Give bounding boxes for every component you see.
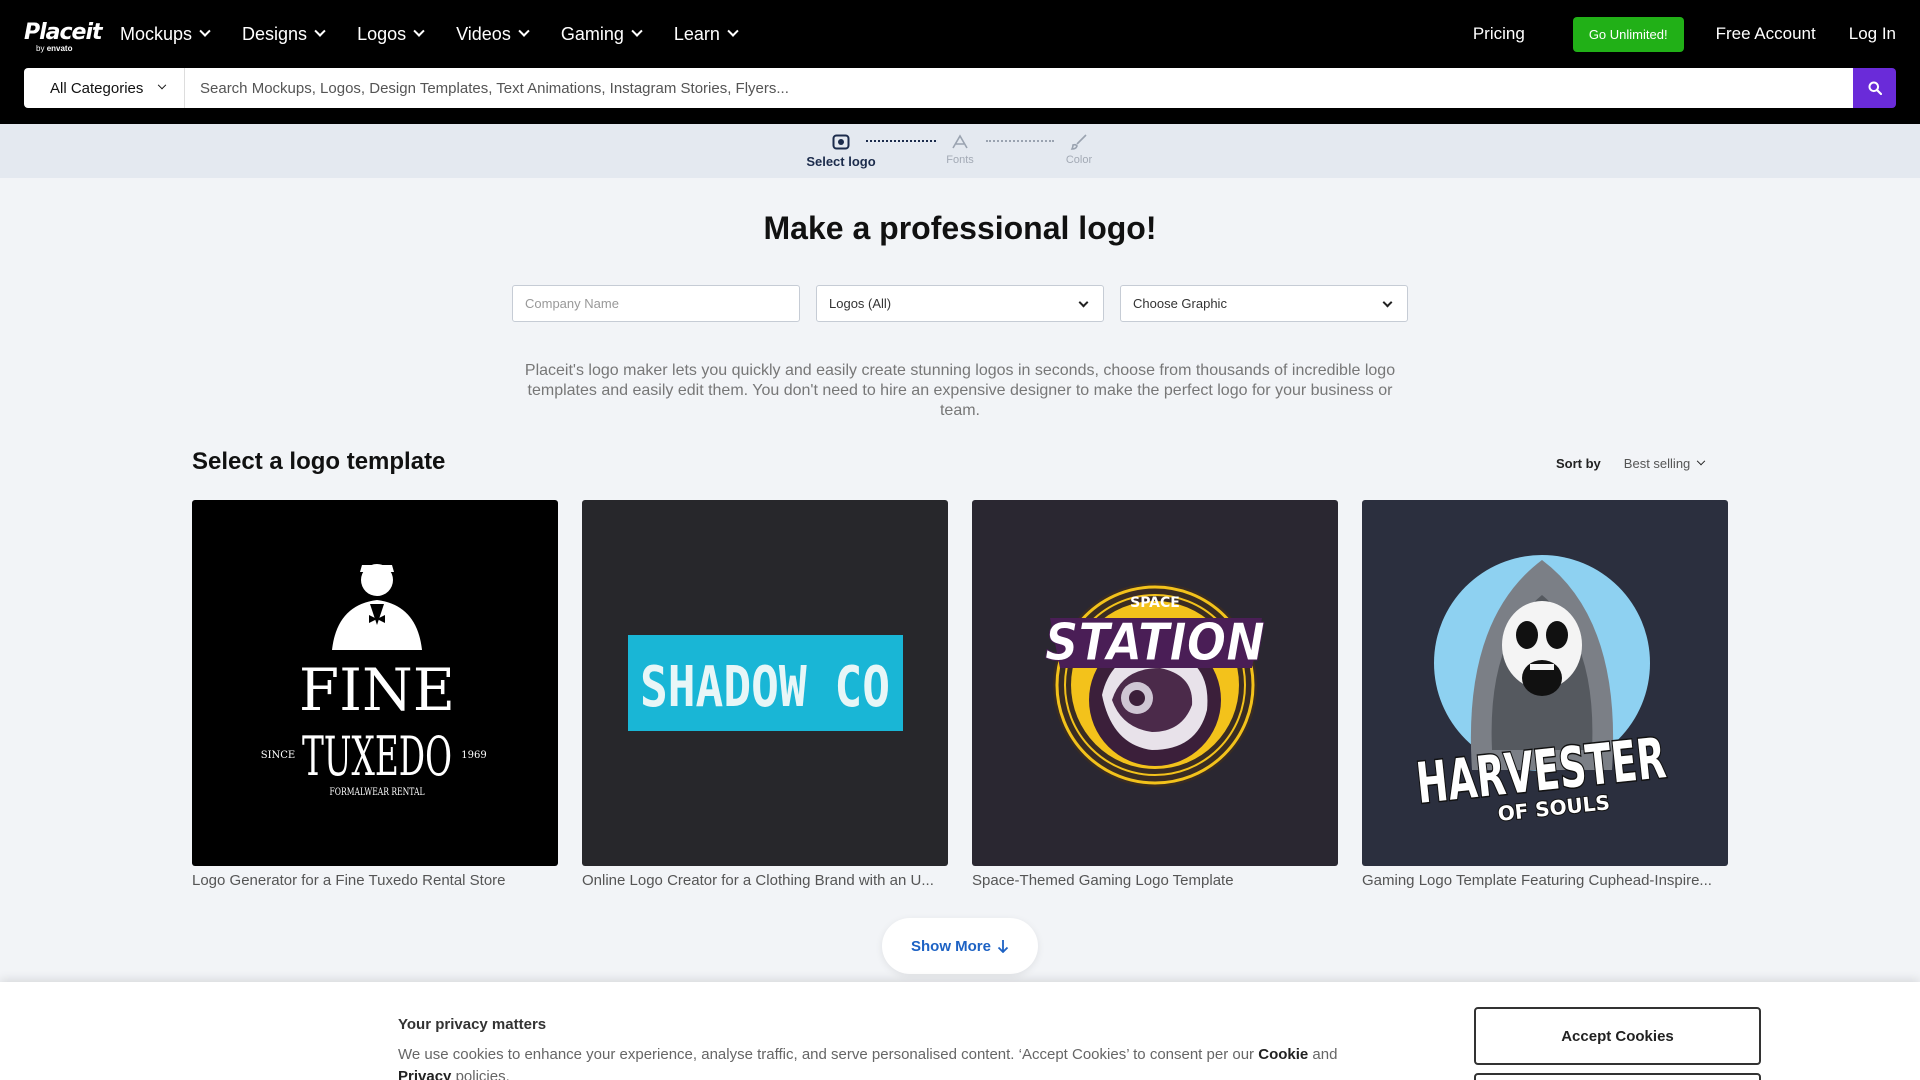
account-links: Pricing Go Unlimited! Free Account Log I…: [1473, 0, 1896, 68]
category-select-label: All Categories: [50, 79, 144, 97]
graphic-select[interactable]: Choose Graphic: [1120, 285, 1408, 322]
logo-select-icon: [832, 134, 850, 150]
template-thumbnail[interactable]: HARVESTER OF SOULS: [1362, 500, 1728, 866]
menu-item-videos[interactable]: Videos: [456, 23, 530, 45]
chevron-down-icon: [314, 25, 326, 37]
logo-byline: by envato: [36, 44, 102, 53]
menu-item-learn[interactable]: Learn: [673, 23, 739, 45]
art-since: SINCE: [261, 750, 296, 761]
paint-brush-icon: [1070, 134, 1087, 150]
space-station-logo-art: SPACE STATION: [1045, 583, 1266, 787]
main-menu: Mockups Designs Logos Videos Gaming Lear…: [120, 0, 770, 68]
page-title: Make a professional logo!: [763, 210, 1157, 246]
logo-type-value: Logos (All): [829, 296, 892, 311]
show-more-button[interactable]: Show More: [882, 918, 1038, 974]
step-label: Select logo: [806, 154, 876, 169]
step-label: Fonts: [946, 154, 974, 166]
menu-item-mockups[interactable]: Mockups: [120, 23, 211, 45]
menu-item-label: Learn: [673, 23, 720, 44]
cookie-text: We use cookies to enhance your experienc…: [398, 1044, 1418, 1080]
search-input[interactable]: [184, 68, 1853, 108]
sort-label: Sort by: [1556, 456, 1601, 471]
step-select-logo[interactable]: Select logo: [796, 132, 886, 169]
logo-steps-progress: Select logo Fonts Color: [0, 124, 1920, 178]
login-link[interactable]: Log In: [1849, 24, 1896, 44]
chevron-down-icon: [727, 25, 739, 37]
template-caption[interactable]: Gaming Logo Template Featuring Cuphead-I…: [1362, 872, 1728, 889]
top-navigation-bar: Placeit by envato Mockups Designs Logos …: [0, 0, 1920, 68]
art-year: 1969: [461, 750, 486, 761]
step-label: Color: [1065, 154, 1093, 166]
art-main: STATION: [1045, 613, 1265, 673]
cookie-settings-button[interactable]: [1474, 1073, 1761, 1080]
chevron-down-icon: [413, 25, 425, 37]
chevron-down-icon: [1078, 297, 1089, 308]
template-card[interactable]: SHADOW CO Online Logo Creator for a Clot…: [582, 500, 948, 889]
template-card[interactable]: SPACE STATION Space-Themed Gaming Logo T…: [972, 500, 1338, 889]
placeit-logo[interactable]: Placeit by envato: [24, 20, 103, 54]
art-subtitle: FORMALWEAR RENTAL: [330, 787, 425, 798]
go-unlimited-button[interactable]: Go Unlimited!: [1572, 16, 1684, 52]
section-title: Select a logo template: [192, 448, 446, 475]
cookie-text-body: We use cookies to enhance your experienc…: [398, 1046, 1255, 1063]
logo-type-select[interactable]: Logos (All): [816, 285, 1104, 322]
accept-cookies-button[interactable]: Accept Cookies: [1474, 1007, 1761, 1065]
cookie-policy-link[interactable]: Cookie: [1258, 1046, 1308, 1063]
menu-item-designs[interactable]: Designs: [242, 23, 326, 45]
art-line1: FINE: [299, 656, 455, 724]
logo-by-text: by: [36, 44, 45, 53]
cookie-title: Your privacy matters: [398, 1016, 547, 1033]
menu-item-label: Logos: [357, 23, 407, 44]
template-caption[interactable]: Space-Themed Gaming Logo Template: [972, 872, 1338, 889]
chevron-down-icon: [199, 25, 211, 37]
template-thumbnail[interactable]: SPACE STATION: [972, 500, 1338, 866]
menu-item-label: Gaming: [560, 23, 624, 44]
company-name-field[interactable]: Company Name: [512, 285, 800, 322]
cookie-banner: Your privacy matters We use cookies to e…: [0, 982, 1920, 1080]
shadow-co-logo-art: SHADOW CO: [628, 635, 903, 731]
template-caption[interactable]: Logo Generator for a Fine Tuxedo Rental …: [192, 872, 558, 889]
privacy-policy-link[interactable]: Privacy: [398, 1068, 451, 1080]
template-caption[interactable]: Online Logo Creator for a Clothing Brand…: [582, 872, 948, 889]
harvester-logo-art: HARVESTER OF SOULS: [1412, 555, 1670, 827]
fonts-icon: [952, 134, 968, 149]
cookie-text-end: policies.: [455, 1068, 510, 1080]
search-bar: All Categories: [0, 68, 1920, 124]
company-name-placeholder: Company Name: [525, 296, 619, 311]
sort-control[interactable]: Sort by Best selling: [1556, 456, 1706, 471]
menu-item-label: Designs: [242, 23, 308, 44]
chevron-down-icon: [518, 25, 530, 37]
show-more-label: Show More: [910, 937, 991, 955]
art-text: SHADOW CO: [640, 655, 890, 720]
step-color[interactable]: Color: [1034, 132, 1124, 166]
graphic-value: Choose Graphic: [1133, 296, 1227, 311]
cookie-text-and: and: [1312, 1046, 1338, 1063]
chevron-down-icon: [158, 80, 167, 90]
sort-value: Best selling: [1623, 456, 1691, 471]
tuxedo-logo-art: FINE TUXEDO SINCE 1969 FORMALWEAR RENTAL: [261, 564, 487, 798]
art-top: SPACE: [1130, 595, 1180, 611]
menu-item-logos[interactable]: Logos: [357, 23, 425, 45]
template-thumbnail[interactable]: SHADOW CO: [582, 500, 948, 866]
search-icon: [1868, 81, 1882, 95]
chevron-down-icon: [1382, 297, 1393, 308]
art-line2: TUXEDO: [302, 725, 452, 788]
arrow-down-icon: [997, 940, 1009, 953]
template-card[interactable]: FINE TUXEDO SINCE 1969 FORMALWEAR RENTAL…: [192, 500, 558, 889]
pricing-link[interactable]: Pricing: [1473, 24, 1525, 44]
menu-item-label: Videos: [456, 23, 511, 44]
menu-item-gaming[interactable]: Gaming: [560, 23, 643, 45]
chevron-down-icon: [631, 25, 643, 37]
logo-wordmark: Placeit: [24, 20, 103, 45]
search-button[interactable]: [1853, 68, 1896, 108]
category-select[interactable]: All Categories: [24, 68, 184, 108]
chevron-down-icon: [1697, 456, 1706, 465]
menu-item-label: Mockups: [120, 23, 193, 44]
logo-brand-text: envato: [46, 44, 73, 53]
template-thumbnail[interactable]: FINE TUXEDO SINCE 1969 FORMALWEAR RENTAL: [192, 500, 558, 866]
intro-description: Placeit's logo maker lets you quickly an…: [524, 362, 1396, 419]
step-fonts[interactable]: Fonts: [915, 132, 1005, 166]
free-account-link[interactable]: Free Account: [1716, 24, 1816, 44]
template-card[interactable]: HARVESTER OF SOULS Gaming Logo Template …: [1362, 500, 1728, 889]
